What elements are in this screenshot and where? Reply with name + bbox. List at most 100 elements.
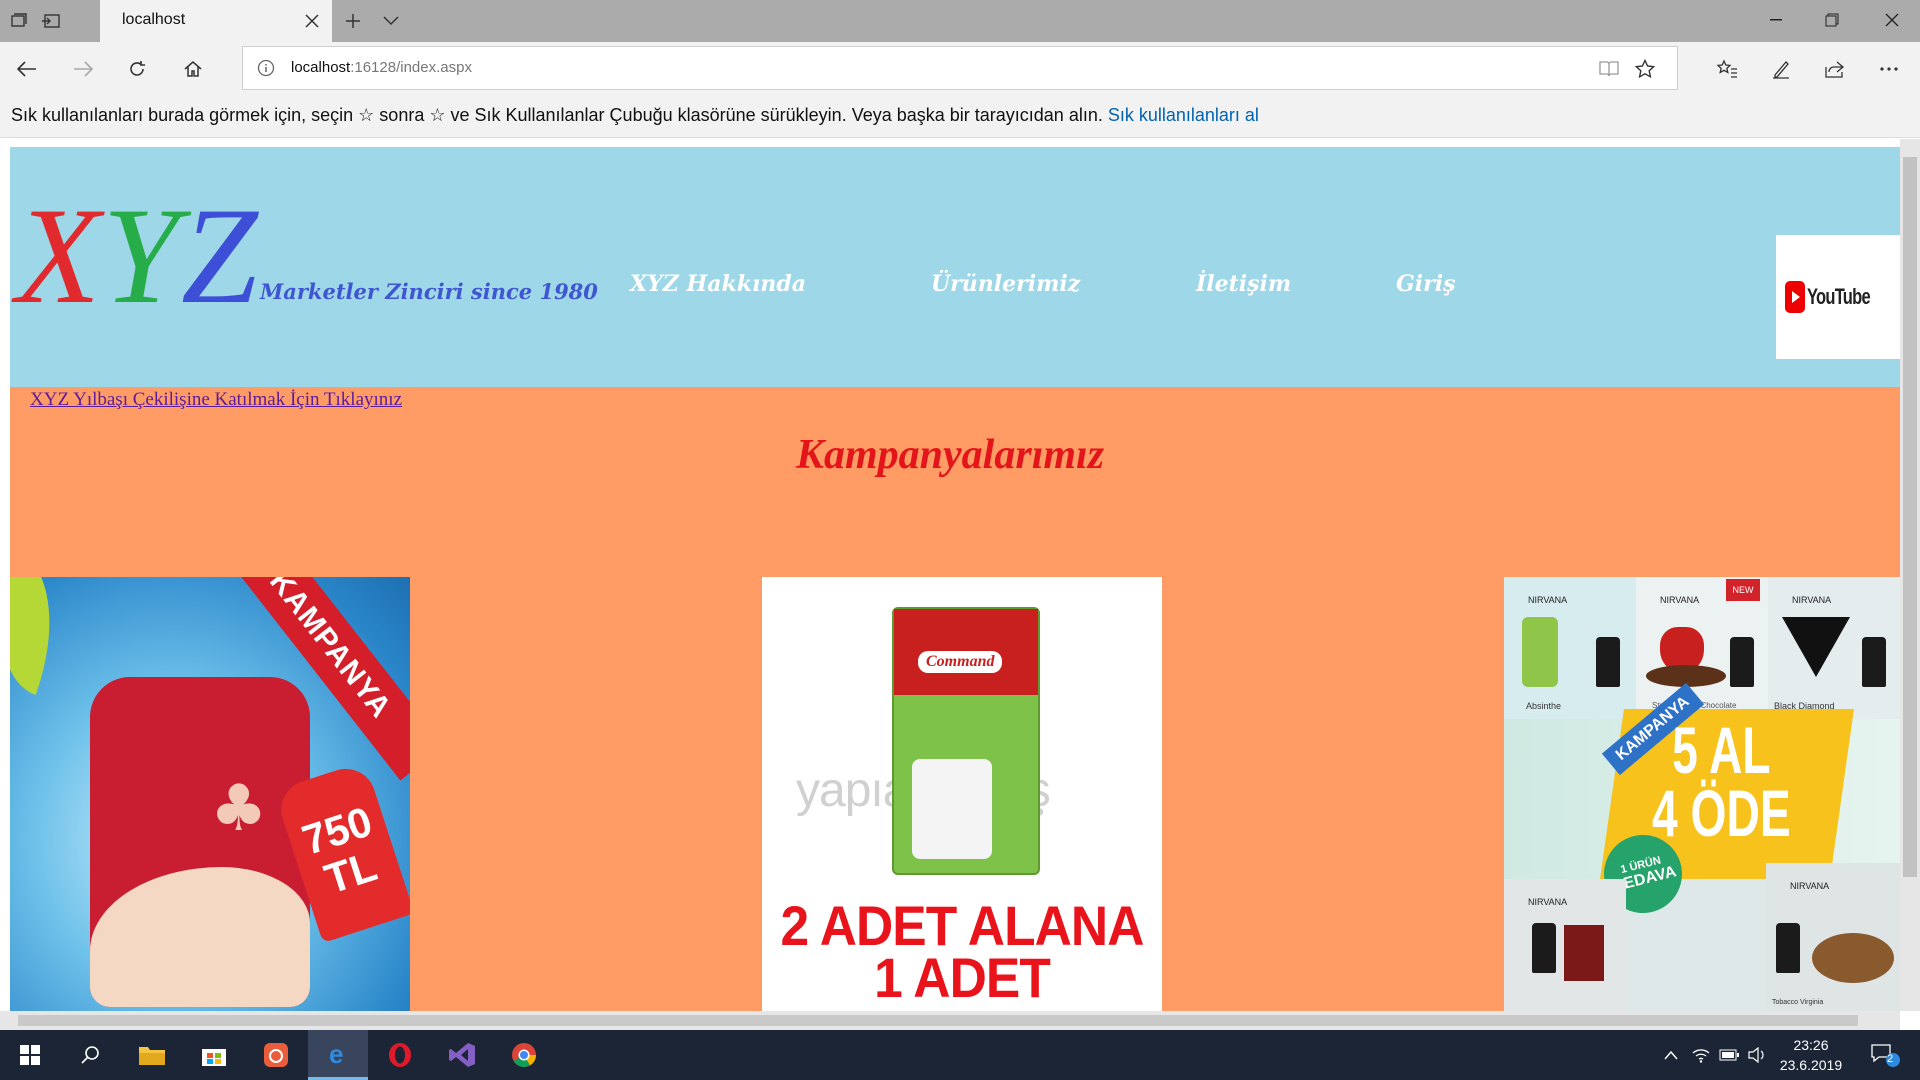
logo-letter-x: X bbox=[16, 179, 103, 332]
action-center-icon[interactable]: 2 bbox=[1868, 1044, 1904, 1067]
campaign-section: XYZ Yılbaşı Çekilişine Katılmak İçin Tık… bbox=[10, 387, 1900, 1014]
package-brand: Command bbox=[918, 651, 1003, 673]
logo-letter-z: Z bbox=[181, 179, 260, 332]
show-hidden-icons-icon[interactable] bbox=[1660, 1044, 1682, 1066]
absinthe-bottle bbox=[1522, 617, 1558, 687]
youtube-logo: YouTube bbox=[1785, 281, 1891, 313]
restore-icon[interactable] bbox=[1804, 0, 1860, 40]
promo-line-2: 1 ADET HEDİYE bbox=[869, 946, 1056, 1014]
liquid-bottle bbox=[1596, 637, 1620, 687]
nirvana-brand: NIRVANA bbox=[1790, 881, 1830, 891]
windows-taskbar: e 23:26 23.6.2019 2 bbox=[0, 1030, 1920, 1080]
horizontal-scroll-thumb[interactable] bbox=[18, 1015, 1858, 1026]
clock-date: 23.6.2019 bbox=[1779, 1057, 1843, 1073]
nirvana-cell-tobacco: NIRVANA Tobacco Virginia bbox=[1766, 863, 1900, 1014]
set-tabs-aside-icon[interactable] bbox=[38, 8, 64, 34]
nirvana-brand: NIRVANA bbox=[1528, 595, 1568, 605]
url-text: localhost:16128/index.aspx bbox=[291, 59, 472, 76]
site-info-icon[interactable] bbox=[257, 59, 275, 77]
nirvana-cell-absinthe: NIRVANA Absinthe bbox=[1504, 577, 1636, 719]
flavor-label: Tobacco Virginia bbox=[1772, 999, 1824, 1006]
favorites-hint-text: Sık kullanılanları burada görmek için, s… bbox=[11, 105, 1103, 125]
favorites-hub-icon[interactable] bbox=[1710, 52, 1744, 86]
tab-actions-icon[interactable] bbox=[6, 8, 32, 34]
file-explorer-icon[interactable] bbox=[122, 1030, 182, 1080]
nirvana-brand: NIRVANA bbox=[1792, 595, 1832, 605]
search-icon[interactable] bbox=[60, 1030, 120, 1080]
liquid-bottle bbox=[1730, 637, 1754, 687]
close-window-icon[interactable] bbox=[1864, 0, 1920, 40]
browser-tab[interactable]: localhost bbox=[100, 0, 332, 42]
start-icon[interactable] bbox=[0, 1030, 60, 1080]
youtube-label: YouTube bbox=[1807, 284, 1871, 309]
favorites-bar: Sık kullanılanları burada görmek için, s… bbox=[0, 94, 1920, 138]
leaf-decoration bbox=[10, 577, 81, 696]
notification-count: 2 bbox=[1887, 1053, 1894, 1065]
favorite-star-icon[interactable] bbox=[1633, 57, 1657, 81]
menu-products[interactable]: Ürünlerimiz bbox=[931, 271, 1080, 297]
youtube-play-icon bbox=[1785, 281, 1806, 313]
campaign-image-command-hooks[interactable]: yapıalışveriş Command 2 ADET ALANA 1 ADE… bbox=[762, 577, 1162, 1014]
minimize-icon[interactable] bbox=[1748, 0, 1804, 40]
more-options-icon[interactable] bbox=[1872, 52, 1906, 86]
vertical-scroll-thumb[interactable] bbox=[1903, 157, 1917, 877]
site-header: XYZ Marketler Zinciri since 1980 XYZ Hak… bbox=[10, 147, 1900, 387]
vertical-scrollbar[interactable] bbox=[1900, 139, 1920, 1011]
menu-about[interactable]: XYZ Hakkında bbox=[630, 271, 806, 297]
nirvana-cell-strawberry: NIRVANA NEW Strawberry & Chocolate bbox=[1636, 577, 1768, 719]
url-host: localhost bbox=[291, 59, 351, 76]
logo-letter-y: Y bbox=[102, 179, 182, 332]
tab-title: localhost bbox=[122, 11, 186, 28]
opera-icon[interactable] bbox=[370, 1030, 430, 1080]
reading-view-icon[interactable] bbox=[1597, 57, 1621, 81]
browser-titlebar: localhost bbox=[0, 0, 1920, 42]
diamond-shape bbox=[1782, 617, 1850, 677]
clock-time: 23:26 bbox=[1793, 1037, 1829, 1053]
product-package: Command bbox=[892, 607, 1040, 875]
forward-arrow-icon[interactable] bbox=[66, 52, 100, 86]
visual-studio-icon[interactable] bbox=[432, 1030, 492, 1080]
volume-icon[interactable] bbox=[1746, 1044, 1768, 1066]
site-logo[interactable]: XYZ bbox=[16, 187, 260, 325]
nirvana-cell-captain-black: NIRVANA bbox=[1504, 879, 1626, 1014]
liquid-bottle bbox=[1776, 923, 1800, 973]
address-toolbar: localhost:16128/index.aspx bbox=[0, 42, 1920, 94]
chrome-icon[interactable] bbox=[494, 1030, 554, 1080]
page-viewport: XYZ Marketler Zinciri since 1980 XYZ Hak… bbox=[0, 139, 1920, 1030]
clover-icon: ♣ bbox=[210, 772, 268, 846]
cigar-box bbox=[1564, 925, 1604, 981]
menu-login[interactable]: Giriş bbox=[1396, 271, 1455, 297]
get-favorites-link[interactable]: Sık kullanılanları al bbox=[1108, 105, 1259, 125]
liquid-bottle bbox=[1532, 923, 1556, 973]
campaign-image-nirvana[interactable]: NIRVANA Absinthe NIRVANA NEW Strawberry … bbox=[1504, 577, 1900, 1014]
back-arrow-icon[interactable] bbox=[10, 52, 44, 86]
new-badge: NEW bbox=[1726, 579, 1760, 601]
address-input[interactable]: localhost:16128/index.aspx bbox=[242, 46, 1678, 90]
flavor-label: Absinthe bbox=[1526, 701, 1562, 711]
store-icon[interactable] bbox=[184, 1030, 244, 1080]
horizontal-scrollbar[interactable] bbox=[0, 1011, 1900, 1030]
tab-preview-chevron-icon[interactable] bbox=[378, 8, 404, 34]
youtube-button[interactable]: YouTube bbox=[1776, 235, 1900, 359]
lottery-link[interactable]: XYZ Yılbaşı Çekilişine Katılmak İçin Tık… bbox=[30, 389, 402, 411]
tobacco-shape bbox=[1812, 933, 1894, 983]
camera-app-icon[interactable] bbox=[246, 1030, 306, 1080]
close-tab-icon[interactable] bbox=[300, 9, 324, 33]
refresh-icon[interactable] bbox=[120, 52, 154, 86]
campaign-image-water-purifier[interactable]: ♣ KAMPANYA 750 TL bbox=[10, 577, 410, 1014]
battery-icon[interactable] bbox=[1718, 1044, 1740, 1066]
package-hooks bbox=[912, 759, 992, 859]
promo-offer-line-2: 4 ÖDE bbox=[1652, 775, 1791, 850]
menu-contact[interactable]: İletişim bbox=[1196, 271, 1291, 297]
taskbar-clock[interactable]: 23:26 23.6.2019 bbox=[1776, 1035, 1846, 1075]
favorites-hint: Sık kullanılanları burada görmek için, s… bbox=[11, 105, 1259, 126]
campaign-title: Kampanyalarımız bbox=[796, 432, 1105, 478]
share-icon[interactable] bbox=[1818, 52, 1852, 86]
pen-notes-icon[interactable] bbox=[1764, 52, 1798, 86]
edge-browser-icon[interactable]: e bbox=[308, 1030, 368, 1080]
home-icon[interactable] bbox=[176, 52, 210, 86]
nirvana-brand: NIRVANA bbox=[1528, 897, 1568, 907]
promo-offer-line-1: 5 AL bbox=[1672, 713, 1771, 787]
wifi-icon[interactable] bbox=[1690, 1044, 1712, 1066]
new-tab-icon[interactable] bbox=[340, 8, 366, 34]
